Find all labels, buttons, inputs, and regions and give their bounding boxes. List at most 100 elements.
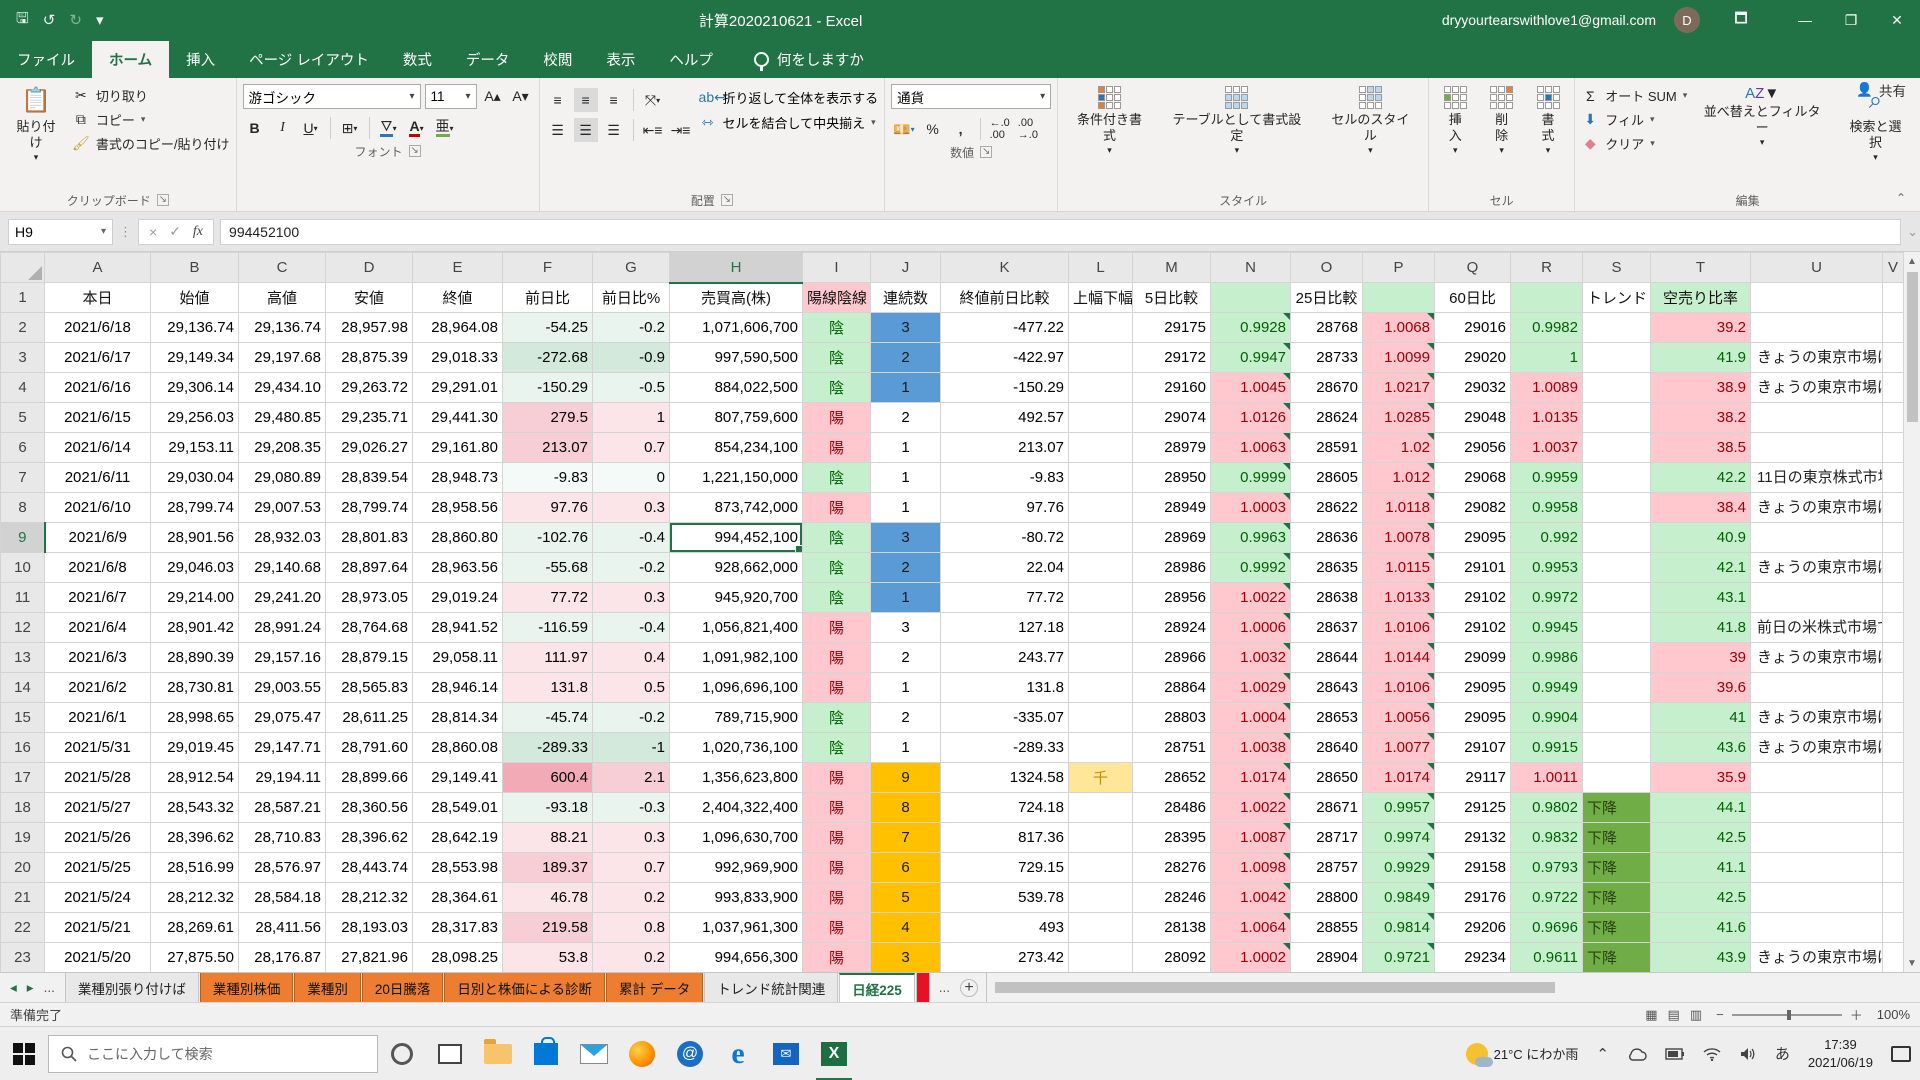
- cell[interactable]: 28733: [1291, 343, 1363, 373]
- cell[interactable]: 60日比: [1435, 283, 1511, 313]
- cell[interactable]: 28,212.32: [151, 883, 239, 913]
- cell[interactable]: 29016: [1435, 313, 1511, 343]
- cell[interactable]: 千: [1069, 763, 1133, 793]
- cell[interactable]: 0.2: [593, 943, 670, 973]
- zoom-slider[interactable]: − ＋: [1716, 1005, 1863, 1024]
- cell[interactable]: 28956: [1133, 583, 1211, 613]
- cell[interactable]: [1583, 613, 1651, 643]
- cell[interactable]: -0.3: [593, 793, 670, 823]
- cell[interactable]: [1583, 433, 1651, 463]
- ribbon-tab-挿入[interactable]: 挿入: [169, 41, 232, 78]
- cell[interactable]: 0.9963: [1211, 523, 1291, 553]
- cell[interactable]: 下降: [1583, 943, 1651, 973]
- tab-overflow-left[interactable]: ...: [44, 980, 55, 995]
- cell[interactable]: [1883, 463, 1904, 493]
- row-header-1[interactable]: 1: [1, 283, 45, 313]
- cell[interactable]: 陽: [803, 793, 871, 823]
- cell[interactable]: 807,759,600: [670, 403, 803, 433]
- cell[interactable]: [1069, 523, 1133, 553]
- cell[interactable]: 1.0099: [1363, 343, 1435, 373]
- cell[interactable]: 29132: [1435, 823, 1511, 853]
- cell[interactable]: 5: [871, 883, 941, 913]
- cell[interactable]: 0.9999: [1211, 463, 1291, 493]
- cell[interactable]: 2: [871, 553, 941, 583]
- sheet-tab-red-marker[interactable]: [916, 973, 930, 1002]
- cell[interactable]: きょうの東京市場は: [1751, 343, 1883, 373]
- find-select-button[interactable]: ⌕ 検索と選択▾: [1837, 82, 1914, 167]
- cell[interactable]: 0.992: [1511, 523, 1583, 553]
- cell[interactable]: 993,833,900: [670, 883, 803, 913]
- cell[interactable]: -9.83: [503, 463, 593, 493]
- cell[interactable]: [1883, 553, 1904, 583]
- cell[interactable]: 28,642.19: [413, 823, 503, 853]
- cell[interactable]: 1.0126: [1211, 403, 1291, 433]
- cell[interactable]: 高値: [239, 283, 326, 313]
- decrease-indent-icon[interactable]: ⇤≡: [641, 118, 665, 142]
- cell[interactable]: 1.0087: [1211, 823, 1291, 853]
- cell[interactable]: 2021/6/4: [45, 613, 151, 643]
- cell[interactable]: 2021/6/2: [45, 673, 151, 703]
- cell[interactable]: 29,291.01: [413, 373, 503, 403]
- cell[interactable]: 42.5: [1651, 883, 1751, 913]
- cell[interactable]: [1883, 313, 1904, 343]
- cell[interactable]: 3: [871, 613, 941, 643]
- cell[interactable]: 43.9: [1651, 943, 1751, 973]
- cell[interactable]: 下降: [1583, 853, 1651, 883]
- cell[interactable]: 29125: [1435, 793, 1511, 823]
- cell[interactable]: 945,920,700: [670, 583, 803, 613]
- cell[interactable]: 884,022,500: [670, 373, 803, 403]
- cell[interactable]: [1069, 463, 1133, 493]
- cell[interactable]: 46.78: [503, 883, 593, 913]
- cell[interactable]: 28986: [1133, 553, 1211, 583]
- cell[interactable]: 8: [871, 793, 941, 823]
- cell[interactable]: 2: [871, 643, 941, 673]
- cell[interactable]: 29,147.71: [239, 733, 326, 763]
- action-center-button[interactable]: [1882, 1027, 1920, 1080]
- cell[interactable]: 38.5: [1651, 433, 1751, 463]
- cell[interactable]: 6: [871, 853, 941, 883]
- cell[interactable]: [1751, 853, 1883, 883]
- clear-button[interactable]: ◆クリア ▾: [1581, 134, 1687, 153]
- cell[interactable]: 29,157.16: [239, 643, 326, 673]
- cell[interactable]: 3: [871, 523, 941, 553]
- currency-icon[interactable]: 💴 ▾: [891, 117, 916, 141]
- cell[interactable]: 2021/6/15: [45, 403, 151, 433]
- cell[interactable]: 1,356,623,800: [670, 763, 803, 793]
- cell[interactable]: -0.2: [593, 703, 670, 733]
- cell[interactable]: 4: [871, 913, 941, 943]
- cell[interactable]: 44.1: [1651, 793, 1751, 823]
- cell[interactable]: きょうの東京市場は: [1751, 643, 1883, 673]
- cell[interactable]: 2021/6/10: [45, 493, 151, 523]
- cell[interactable]: 29,136.74: [239, 313, 326, 343]
- column-header-V[interactable]: V: [1883, 253, 1904, 283]
- ribbon-tab-ファイル[interactable]: ファイル: [0, 41, 92, 78]
- cell[interactable]: 1: [593, 403, 670, 433]
- at-app-button[interactable]: @: [666, 1027, 714, 1080]
- cell[interactable]: 2021/5/31: [45, 733, 151, 763]
- cell[interactable]: 0.9915: [1511, 733, 1583, 763]
- cell[interactable]: 28,396.62: [326, 823, 413, 853]
- cell[interactable]: 2021/6/7: [45, 583, 151, 613]
- cell[interactable]: 2021/6/14: [45, 433, 151, 463]
- cell[interactable]: [1883, 883, 1904, 913]
- account-email[interactable]: dryyourtearswithlove1@gmail.com: [1442, 12, 1656, 28]
- cell[interactable]: 0.9949: [1511, 673, 1583, 703]
- cell[interactable]: 0.9959: [1511, 463, 1583, 493]
- cell[interactable]: [1883, 613, 1904, 643]
- cell[interactable]: 28,875.39: [326, 343, 413, 373]
- cell[interactable]: 29117: [1435, 763, 1511, 793]
- cell[interactable]: 1.0098: [1211, 853, 1291, 883]
- cell[interactable]: 1: [871, 493, 941, 523]
- cell[interactable]: 28,941.52: [413, 613, 503, 643]
- cell[interactable]: 1.0006: [1211, 613, 1291, 643]
- cell[interactable]: 29101: [1435, 553, 1511, 583]
- cell[interactable]: [1069, 823, 1133, 853]
- ribbon-tab-ヘルプ[interactable]: ヘルプ: [652, 41, 730, 78]
- row-header-22[interactable]: 22: [1, 913, 45, 943]
- cell[interactable]: 0.9957: [1363, 793, 1435, 823]
- sheet-tab-累計 データ[interactable]: 累計 データ: [606, 973, 703, 1002]
- cell[interactable]: 29032: [1435, 373, 1511, 403]
- column-header-O[interactable]: O: [1291, 253, 1363, 283]
- cell[interactable]: [1069, 643, 1133, 673]
- cell[interactable]: [1069, 913, 1133, 943]
